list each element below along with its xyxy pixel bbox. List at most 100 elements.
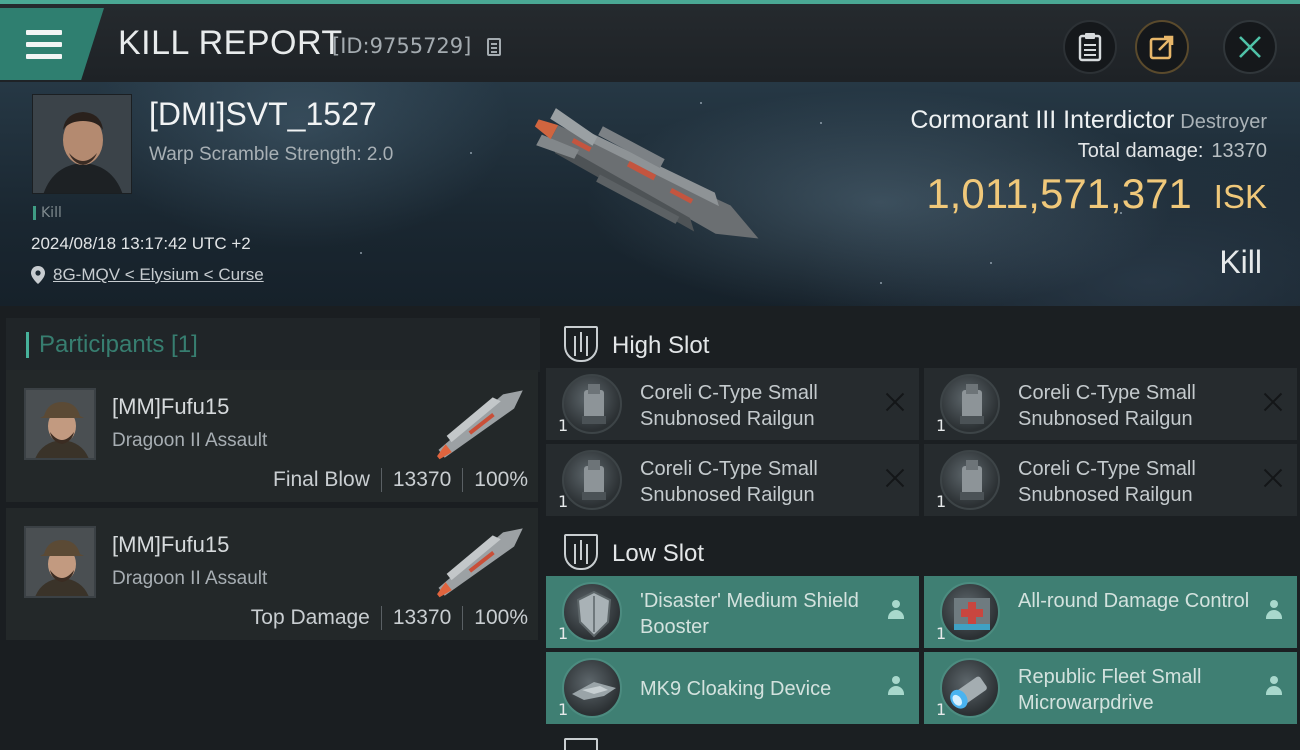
module-name: All-round Damage Control — [1018, 590, 1250, 612]
module-name: 'Disaster' Medium Shield Booster — [640, 590, 859, 638]
participant-role: Final Blow — [273, 468, 370, 491]
isk-unit: ISK — [1213, 178, 1267, 215]
top-bar: KILL REPORT [ID:9755729] — [0, 0, 1300, 82]
participant-row[interactable]: [MM]Fufu15 Dragoon II Assault Final Blow… — [6, 370, 538, 502]
participant-stats: Top Damage 13370 100% — [251, 606, 528, 630]
module-item[interactable]: 1 'Disaster' Medium Shield Booster — [546, 576, 919, 648]
victim-portrait[interactable] — [32, 94, 132, 194]
ship-class: Destroyer — [1180, 111, 1267, 133]
high-slot-label: High Slot — [612, 332, 710, 359]
menu-button[interactable] — [0, 8, 104, 80]
total-damage-value: 13370 — [1211, 140, 1267, 162]
destroyed-x-icon — [1263, 392, 1283, 412]
dropped-person-icon — [887, 600, 905, 620]
participants-panel: Participants [1] [MM]Fufu15 Dragoon II A… — [0, 306, 540, 750]
participants-title: Participants [1] — [26, 332, 198, 358]
participant-avatar-image — [26, 390, 94, 458]
victim-warp-scramble: Warp Scramble Strength: 2.0 — [149, 144, 394, 165]
participant-name[interactable]: [MM]Fufu15 — [112, 532, 229, 558]
isk-amount: 1,011,571,371 — [926, 170, 1192, 217]
participant-role: Top Damage — [250, 606, 370, 629]
module-quantity: 1 — [558, 700, 569, 719]
module-item[interactable]: 1 Republic Fleet Small Microwarpdrive — [924, 652, 1297, 724]
railgun-icon — [562, 450, 622, 510]
kill-summary: [DMI]SVT_1527 Warp Scramble Strength: 2.… — [0, 82, 1300, 306]
kill-datetime: 2024/08/18 13:17:42 UTC +2 — [31, 234, 251, 253]
module-name: Coreli C-Type Small Snubnosed Railgun — [1018, 458, 1196, 506]
close-icon — [1239, 36, 1261, 58]
dropped-person-icon — [1265, 676, 1283, 696]
participant-ship: Dragoon II Assault — [112, 430, 268, 451]
location-link[interactable]: 8G-MQV < Elysium < Curse — [31, 265, 264, 285]
participant-ship-image[interactable] — [426, 516, 536, 606]
ship-name-text: Cormorant III Interdictor — [910, 106, 1175, 134]
share-button[interactable] — [1135, 20, 1189, 74]
report-id: [ID:9755729] — [332, 34, 472, 58]
dropped-person-icon — [1265, 600, 1283, 620]
participants-header[interactable]: Participants [1] — [6, 318, 540, 372]
page-title: KILL REPORT — [118, 24, 343, 62]
module-name: Republic Fleet Small Microwarpdrive — [1018, 666, 1202, 714]
total-damage-label: Total damage: — [1077, 140, 1204, 162]
low-slot-icon — [564, 534, 598, 570]
low-slot-label: Low Slot — [612, 540, 705, 567]
microwarpdrive-icon — [940, 658, 1000, 718]
participant-percent: 100% — [474, 606, 528, 629]
module-quantity: 1 — [936, 700, 947, 719]
kill-tag: Kill — [33, 206, 62, 220]
participant-avatar-image — [26, 528, 94, 596]
victim-ship-name[interactable]: Cormorant III Interdictor Destroyer — [910, 106, 1267, 135]
module-item[interactable]: 1 MK9 Cloaking Device — [546, 652, 919, 724]
module-item[interactable]: 1 Coreli C-Type Small Snubnosed Railgun — [546, 368, 919, 440]
module-item[interactable]: 1 Coreli C-Type Small Snubnosed Railgun — [924, 444, 1297, 516]
victim-avatar-image — [33, 95, 131, 193]
participant-percent: 100% — [474, 468, 528, 491]
location-text: 8G-MQV < Elysium < Curse — [53, 265, 264, 284]
share-icon — [1149, 35, 1174, 60]
cloaking-device-icon — [562, 658, 622, 718]
module-quantity: 1 — [558, 492, 569, 511]
damage-control-icon — [940, 582, 1000, 642]
victim-ship-image[interactable] — [520, 98, 790, 278]
module-quantity: 1 — [936, 624, 947, 643]
module-quantity: 1 — [558, 416, 569, 435]
copy-icon[interactable] — [487, 38, 501, 56]
railgun-icon — [940, 450, 1000, 510]
dropped-person-icon — [887, 676, 905, 696]
participant-damage: 13370 — [392, 606, 452, 629]
participant-stats: Final Blow 13370 100% — [273, 468, 528, 492]
high-slot-header: High Slot — [546, 316, 1298, 372]
module-name: Coreli C-Type Small Snubnosed Railgun — [640, 458, 818, 506]
shield-booster-icon — [562, 582, 622, 642]
fitting-panel: High Slot 1 Coreli C-Type Small Snubnose… — [540, 306, 1300, 750]
module-item[interactable]: 1 All-round Damage Control — [924, 576, 1297, 648]
module-name: Coreli C-Type Small Snubnosed Railgun — [640, 382, 818, 430]
module-name: Coreli C-Type Small Snubnosed Railgun — [1018, 382, 1196, 430]
module-item[interactable]: 1 Coreli C-Type Small Snubnosed Railgun — [924, 368, 1297, 440]
close-button[interactable] — [1223, 20, 1277, 74]
module-item[interactable]: 1 Coreli C-Type Small Snubnosed Railgun — [546, 444, 919, 516]
clipboard-icon — [1078, 33, 1102, 62]
participant-name[interactable]: [MM]Fufu15 — [112, 394, 229, 420]
railgun-icon — [940, 374, 1000, 434]
participant-row[interactable]: [MM]Fufu15 Dragoon II Assault Top Damage… — [6, 508, 538, 640]
participant-avatar[interactable] — [24, 526, 96, 598]
participant-ship: Dragoon II Assault — [112, 568, 268, 589]
total-damage: Total damage: 13370 — [1078, 140, 1267, 163]
participant-avatar[interactable] — [24, 388, 96, 460]
hamburger-menu-icon — [26, 30, 62, 60]
participant-damage: 13370 — [392, 468, 452, 491]
module-quantity: 1 — [936, 492, 947, 511]
isk-value: 1,011,571,371 ISK — [926, 170, 1267, 218]
clipboard-button[interactable] — [1063, 20, 1117, 74]
mid-slot-header-partial — [546, 730, 1298, 750]
high-slot-icon — [564, 326, 598, 362]
module-name: MK9 Cloaking Device — [640, 678, 832, 700]
destroyed-x-icon — [885, 392, 905, 412]
report-result: Kill — [1219, 244, 1262, 280]
participant-ship-image[interactable] — [426, 378, 536, 468]
destroyed-x-icon — [885, 468, 905, 488]
module-quantity: 1 — [558, 624, 569, 643]
location-pin-icon — [31, 266, 45, 284]
victim-name[interactable]: [DMI]SVT_1527 — [149, 96, 377, 133]
